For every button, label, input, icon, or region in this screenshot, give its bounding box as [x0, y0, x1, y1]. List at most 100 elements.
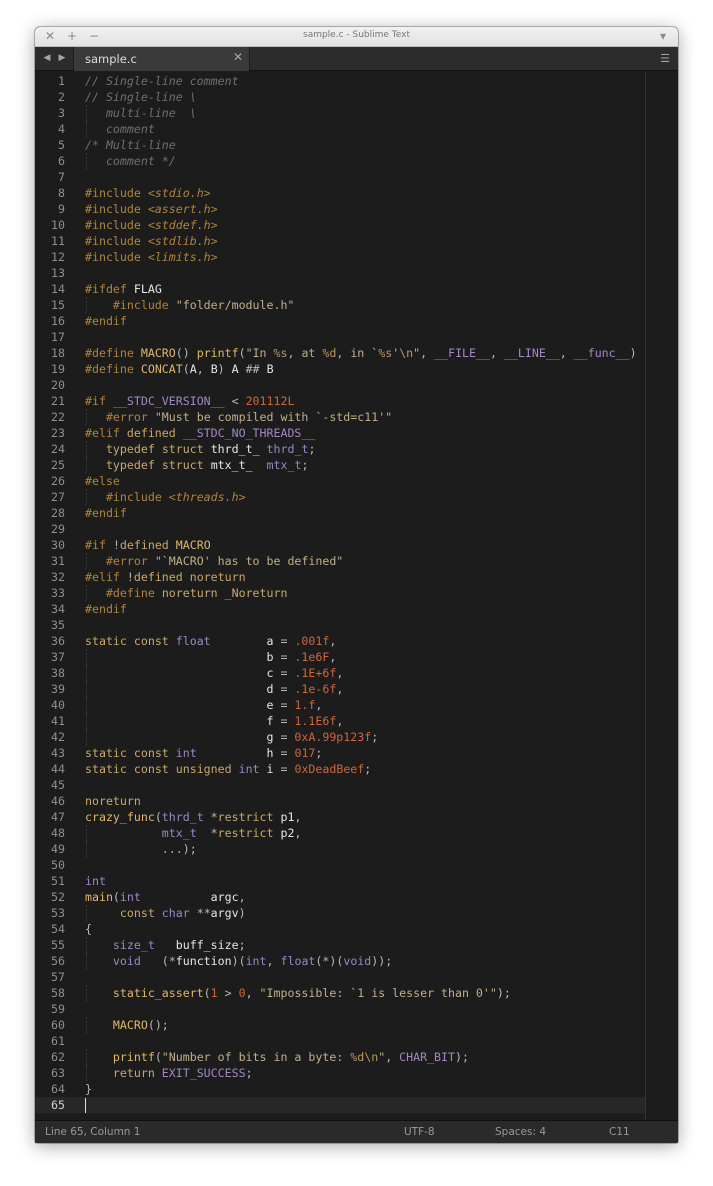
line-number[interactable]: 48 — [37, 825, 65, 841]
line-number[interactable]: 34 — [37, 601, 65, 617]
code-line[interactable]: static_assert(1 > 0, "Impossible: `1 is … — [85, 985, 511, 1001]
line-number[interactable]: 51 — [37, 873, 65, 889]
code-line[interactable]: ...); — [85, 841, 197, 857]
code-line[interactable]: #include <stddef.h> — [85, 217, 218, 233]
line-number[interactable]: 25 — [37, 457, 65, 473]
line-number[interactable]: 39 — [37, 681, 65, 697]
code-line[interactable]: #ifdef FLAG — [85, 281, 162, 297]
code-line[interactable]: #endif — [85, 313, 127, 329]
line-number[interactable]: 8 — [37, 185, 65, 201]
line-number[interactable]: 17 — [37, 329, 65, 345]
line-number[interactable]: 35 — [37, 617, 65, 633]
line-number[interactable]: 64 — [37, 1081, 65, 1097]
line-number[interactable]: 22 — [37, 409, 65, 425]
code-line[interactable]: // Single-line \ — [85, 89, 197, 105]
line-number[interactable]: 27 — [37, 489, 65, 505]
code-line[interactable]: static const float a = .001f, — [85, 633, 336, 649]
line-number[interactable]: 46 — [37, 793, 65, 809]
line-number[interactable]: 14 — [37, 281, 65, 297]
code-line[interactable]: { — [85, 921, 92, 937]
line-number[interactable]: 4 — [37, 121, 65, 137]
code-line[interactable]: f = 1.1E6f, — [85, 713, 343, 729]
menu-icon[interactable]: ☰ — [660, 52, 670, 65]
code-line[interactable]: noreturn — [85, 793, 141, 809]
line-number[interactable]: 24 — [37, 441, 65, 457]
line-number[interactable]: 33 — [37, 585, 65, 601]
line-number[interactable]: 42 — [37, 729, 65, 745]
line-number[interactable]: 19 — [37, 361, 65, 377]
line-number[interactable]: 28 — [37, 505, 65, 521]
line-number[interactable]: 54 — [37, 921, 65, 937]
line-number[interactable]: 40 — [37, 697, 65, 713]
line-number[interactable]: 11 — [37, 233, 65, 249]
line-number[interactable]: 37 — [37, 649, 65, 665]
code-line[interactable]: e = 1.f, — [85, 697, 322, 713]
line-number[interactable]: 56 — [37, 953, 65, 969]
code-line[interactable]: #include <limits.h> — [85, 249, 218, 265]
line-number[interactable]: 5 — [37, 137, 65, 153]
syntax-indicator[interactable]: C11 — [609, 1126, 630, 1138]
code-line[interactable]: #error "`MACRO' has to be defined" — [85, 553, 343, 569]
code-line[interactable]: crazy_func(thrd_t *restrict p1, — [85, 809, 301, 825]
code-line[interactable]: #elif defined __STDC_NO_THREADS__ — [85, 425, 315, 441]
line-number[interactable]: 58 — [37, 985, 65, 1001]
code-line[interactable]: #endif — [85, 505, 127, 521]
code-line[interactable]: #if !defined MACRO — [85, 537, 211, 553]
line-number[interactable]: 16 — [37, 313, 65, 329]
line-number[interactable]: 29 — [37, 521, 65, 537]
forward-arrow-icon[interactable]: ▶ — [56, 51, 68, 65]
line-number[interactable]: 20 — [37, 377, 65, 393]
line-number[interactable]: 32 — [37, 569, 65, 585]
code-line[interactable]: #elif !defined noreturn — [85, 569, 246, 585]
line-number[interactable]: 59 — [37, 1001, 65, 1017]
code-line[interactable]: #if __STDC_VERSION__ < 201112L — [85, 393, 294, 409]
code-line[interactable]: multi-line \ — [85, 105, 197, 121]
line-number[interactable]: 62 — [37, 1049, 65, 1065]
line-number[interactable]: 65 — [37, 1097, 65, 1113]
line-number[interactable]: 53 — [37, 905, 65, 921]
code-line[interactable]: #else — [85, 473, 120, 489]
line-number[interactable]: 9 — [37, 201, 65, 217]
line-number[interactable]: 50 — [37, 857, 65, 873]
line-number[interactable]: 13 — [37, 265, 65, 281]
code-line[interactable]: typedef struct mtx_t_ mtx_t; — [85, 457, 308, 473]
line-number[interactable]: 43 — [37, 745, 65, 761]
line-number[interactable]: 12 — [37, 249, 65, 265]
line-number[interactable]: 47 — [37, 809, 65, 825]
line-number[interactable]: 6 — [37, 153, 65, 169]
line-number[interactable]: 61 — [37, 1033, 65, 1049]
line-number[interactable]: 49 — [37, 841, 65, 857]
tab-sample-c[interactable]: sample.c ✕ — [73, 47, 250, 71]
line-number[interactable]: 18 — [37, 345, 65, 361]
code-line[interactable]: typedef struct thrd_t_ thrd_t; — [85, 441, 315, 457]
line-number[interactable]: 36 — [37, 633, 65, 649]
code-line[interactable]: #define MACRO() printf("In %s, at %d, in… — [85, 345, 637, 361]
code-line[interactable]: d = .1e-6f, — [85, 681, 343, 697]
code-line[interactable]: return EXIT_SUCCESS; — [85, 1065, 253, 1081]
indentation-indicator[interactable]: Spaces: 4 — [495, 1126, 546, 1138]
code-line[interactable]: #define CONCAT(A, B) A ## B — [85, 361, 274, 377]
line-number[interactable]: 1 — [37, 73, 65, 89]
code-line[interactable]: #include "folder/module.h" — [85, 297, 295, 313]
code-line[interactable]: void (*function)(int, float(*)(void)); — [85, 953, 392, 969]
code-line[interactable]: size_t buff_size; — [85, 937, 246, 953]
code-line[interactable]: #include <stdlib.h> — [85, 233, 218, 249]
code-line[interactable]: #define noreturn _Noreturn — [85, 585, 288, 601]
line-number[interactable]: 60 — [37, 1017, 65, 1033]
line-number[interactable]: 3 — [37, 105, 65, 121]
line-number[interactable]: 23 — [37, 425, 65, 441]
line-number[interactable]: 38 — [37, 665, 65, 681]
code-line[interactable]: /* Multi-line — [85, 137, 176, 153]
code-line[interactable]: comment — [85, 121, 155, 137]
close-tab-icon[interactable]: ✕ — [233, 50, 243, 64]
code-editor[interactable]: 1 2 3 4 5 6 7 8 9 10 11 12 13 14 15 16 17 18 19 20 21 22 23 24 2… — [35, 71, 678, 1120]
code-line[interactable]: #endif — [85, 601, 127, 617]
line-number[interactable]: 26 — [37, 473, 65, 489]
encoding-indicator[interactable]: UTF-8 — [404, 1126, 435, 1138]
code-line[interactable]: // Single-line comment — [85, 73, 239, 89]
code-line[interactable]: #error "Must be compiled with `-std=c11'… — [85, 409, 392, 425]
code-line[interactable]: MACRO(); — [85, 1017, 169, 1033]
code-line[interactable]: b = .1e6F, — [85, 649, 336, 665]
chevron-down-icon[interactable]: ▾ — [656, 29, 670, 43]
line-number[interactable]: 7 — [37, 169, 65, 185]
